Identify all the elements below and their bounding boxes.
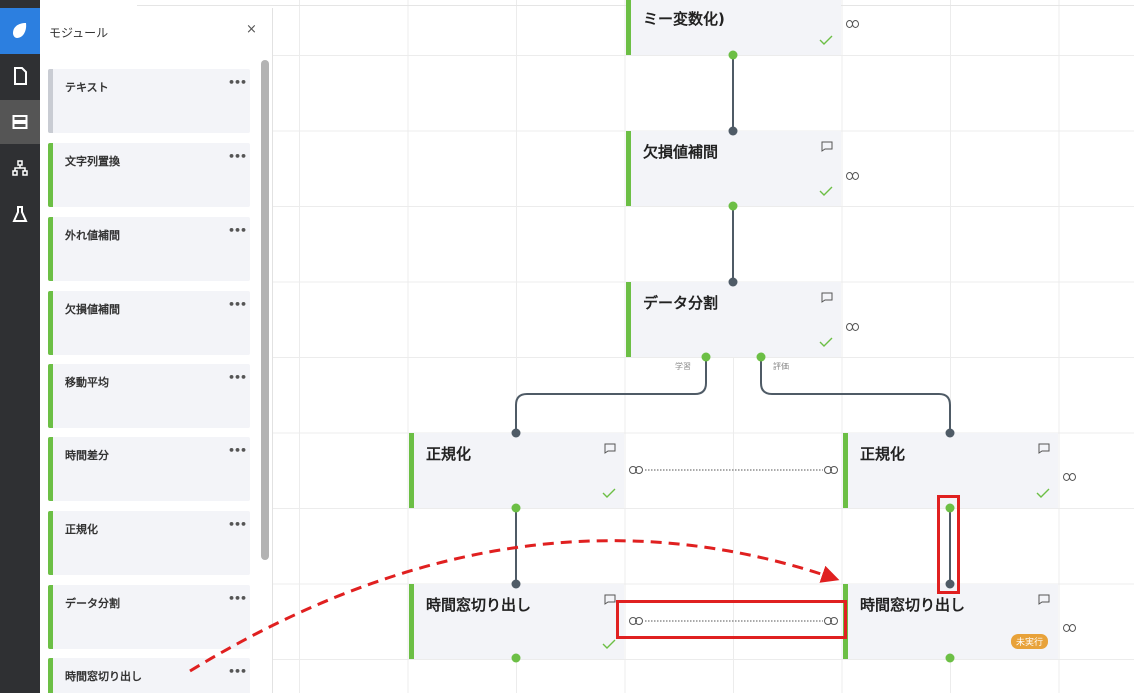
flow-node-title: 欠損値補間 — [643, 143, 719, 161]
module-card[interactable]: 文字列置換 ••• — [48, 143, 250, 207]
logo-icon[interactable] — [0, 8, 40, 54]
module-card[interactable]: 外れ値補間 ••• — [48, 217, 250, 281]
more-menu-icon[interactable]: ••• — [228, 150, 247, 163]
more-menu-icon[interactable]: ••• — [228, 592, 247, 605]
comment-icon[interactable] — [1038, 439, 1050, 458]
app-root: モジュール × テキスト ••• 文字列置換 ••• 外れ値補間 ••• 欠損値… — [0, 0, 1134, 693]
module-panel-header: モジュール × — [40, 8, 272, 54]
flow-node-title: 正規化 — [860, 445, 906, 463]
close-icon[interactable]: × — [246, 22, 257, 37]
document-icon[interactable] — [0, 54, 40, 98]
flow-node-title: ミー変数化) — [643, 10, 725, 28]
more-menu-icon[interactable]: ••• — [228, 518, 247, 531]
module-card[interactable]: テキスト ••• — [48, 69, 250, 133]
flow-node-title: 時間窓切り出し — [860, 596, 966, 614]
comment-icon[interactable] — [604, 439, 616, 458]
module-card[interactable]: 時間差分 ••• — [48, 437, 250, 501]
flow-node[interactable]: 時間窓切り出し — [409, 584, 624, 659]
edge-label-eval: 評価 — [773, 362, 789, 371]
flow-node-title: 時間窓切り出し — [426, 596, 532, 614]
more-menu-icon[interactable]: ••• — [228, 224, 247, 237]
more-menu-icon[interactable]: ••• — [228, 665, 247, 678]
flow-node[interactable]: 正規化 — [409, 433, 624, 508]
module-card[interactable]: 正規化 ••• — [48, 511, 250, 575]
module-panel-scrollbar[interactable] — [261, 60, 269, 560]
module-card-label: 時間差分 — [65, 449, 109, 462]
check-icon — [819, 30, 833, 49]
link-icon[interactable] — [846, 316, 859, 335]
module-card-label: 正規化 — [65, 523, 98, 536]
module-card[interactable]: データ分割 ••• — [48, 585, 250, 649]
flow-node-title: 正規化 — [426, 445, 472, 463]
module-card-label: 時間窓切り出し — [65, 670, 142, 683]
module-card-label: 欠損値補間 — [65, 303, 120, 316]
status-badge: 未実行 — [1010, 634, 1048, 649]
check-icon — [602, 634, 616, 653]
hierarchy-icon[interactable] — [0, 146, 40, 190]
module-card-label: テキスト — [65, 81, 109, 94]
module-card-label: 文字列置換 — [65, 155, 120, 168]
edge-label-train: 学習 — [675, 362, 691, 371]
icon-rail — [0, 0, 40, 693]
comment-icon[interactable] — [821, 288, 833, 307]
comment-icon[interactable] — [1038, 590, 1050, 609]
more-menu-icon[interactable]: ••• — [228, 76, 247, 89]
flow-node[interactable]: 時間窓切り出し 未実行 — [843, 584, 1058, 659]
module-card[interactable]: 移動平均 ••• — [48, 364, 250, 428]
module-card[interactable]: 時間窓切り出し ••• — [48, 658, 250, 693]
flask-icon[interactable] — [0, 192, 40, 236]
storage-icon[interactable] — [0, 100, 40, 144]
flow-node[interactable]: 正規化 — [843, 433, 1058, 508]
more-menu-icon[interactable]: ••• — [228, 371, 247, 384]
link-icon[interactable] — [1063, 617, 1076, 636]
module-panel: モジュール × テキスト ••• 文字列置換 ••• 外れ値補間 ••• 欠損値… — [40, 8, 273, 693]
more-menu-icon[interactable]: ••• — [228, 298, 247, 311]
flow-node[interactable]: ミー変数化) — [626, 0, 841, 55]
check-icon — [602, 483, 616, 502]
module-panel-title: モジュール — [49, 26, 109, 40]
flow-node[interactable]: 欠損値補間 — [626, 131, 841, 206]
check-icon — [1036, 483, 1050, 502]
link-icon[interactable] — [1063, 466, 1076, 485]
comment-icon[interactable] — [604, 590, 616, 609]
flow-node-title: データ分割 — [643, 294, 719, 312]
flow-node[interactable]: データ分割 — [626, 282, 841, 357]
module-card[interactable]: 欠損値補間 ••• — [48, 291, 250, 355]
comment-icon[interactable] — [821, 137, 833, 156]
more-menu-icon[interactable]: ••• — [228, 444, 247, 457]
module-card-label: データ分割 — [65, 597, 120, 610]
check-icon — [819, 181, 833, 200]
link-icon[interactable] — [846, 165, 859, 184]
link-icon[interactable] — [846, 13, 859, 32]
module-card-label: 外れ値補間 — [65, 229, 120, 242]
check-icon — [819, 332, 833, 351]
module-card-label: 移動平均 — [65, 376, 109, 389]
